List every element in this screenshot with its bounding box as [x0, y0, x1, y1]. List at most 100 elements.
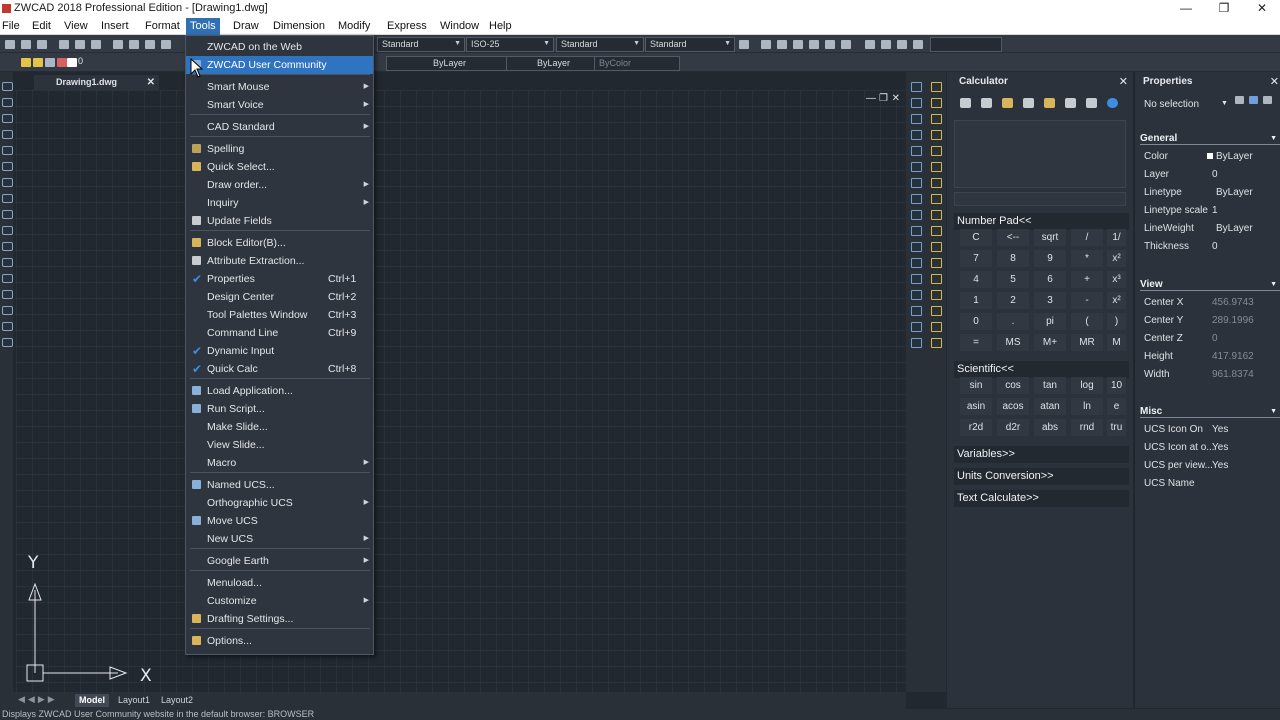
property-row[interactable]: UCS per view... Yes — [1144, 458, 1280, 474]
scientific-key[interactable]: sin — [960, 377, 992, 394]
collapse-icon[interactable]: ▼ — [1270, 135, 1277, 142]
clear-history-icon[interactable] — [981, 98, 992, 108]
numpad-key[interactable]: MR — [1071, 334, 1103, 351]
property-row[interactable]: UCS Icon On Yes — [1144, 422, 1280, 438]
diameter-dim-icon[interactable] — [931, 178, 942, 188]
table-style-select[interactable]: Standard ▼ — [556, 37, 644, 52]
menu-help[interactable]: Help — [485, 18, 516, 35]
layer-plot-icon[interactable] — [57, 58, 67, 67]
table-icon[interactable] — [2, 338, 13, 347]
scientific-header[interactable]: Scientific<< — [954, 361, 1129, 378]
calculator-close-icon[interactable]: ✕ — [1119, 75, 1128, 88]
line-icon[interactable] — [2, 82, 13, 91]
numpad-key[interactable]: 6 — [1034, 271, 1066, 288]
numpad-key[interactable]: 3 — [1034, 292, 1066, 309]
get-coordinates-icon[interactable] — [1023, 98, 1034, 108]
workspace-icon[interactable] — [739, 40, 749, 49]
scale-icon[interactable] — [911, 194, 922, 204]
menu-item-quick-calc[interactable]: ✔ Quick Calc Ctrl+8 — [186, 360, 373, 378]
maximize-button[interactable]: ❐ — [1206, 0, 1242, 18]
group-misc[interactable]: Misc ▼ — [1140, 406, 1280, 418]
distance-icon[interactable] — [1044, 98, 1055, 108]
save-icon[interactable] — [37, 40, 47, 49]
layer-color-icon[interactable] — [67, 58, 77, 67]
join-icon[interactable] — [911, 322, 922, 332]
zoom-previous-icon[interactable] — [793, 40, 803, 49]
menu-item-design-center[interactable]: Design Center Ctrl+2 — [186, 288, 373, 306]
units-header[interactable]: Units Conversion>> — [954, 468, 1129, 485]
scientific-key[interactable]: log — [1071, 377, 1103, 394]
linear-dim-icon[interactable] — [931, 82, 942, 92]
help-icon[interactable] — [1107, 98, 1118, 108]
property-row[interactable]: Color ByLayer — [1144, 149, 1280, 165]
scientific-key[interactable]: acos — [997, 398, 1029, 415]
menu-item-orthographic-ucs[interactable]: Orthographic UCS ▶ — [186, 494, 373, 512]
break-icon[interactable] — [911, 258, 922, 268]
polyline-icon[interactable] — [2, 98, 13, 107]
scientific-key[interactable]: e — [1107, 398, 1126, 415]
jogged-dim-icon[interactable] — [931, 162, 942, 172]
dim-style-select[interactable]: ISO-25 ▼ — [466, 37, 554, 52]
numpad-key[interactable]: ) — [1107, 313, 1126, 330]
angle-icon[interactable] — [1065, 98, 1076, 108]
menu-item-named-ucs[interactable]: Named UCS... — [186, 476, 373, 494]
numpad-header[interactable]: Number Pad<< — [954, 213, 1129, 230]
properties-close-icon[interactable]: ✕ — [1270, 75, 1279, 88]
property-row[interactable]: Layer 0 — [1144, 167, 1280, 183]
ordinate-dim-icon[interactable] — [931, 130, 942, 140]
menu-item-load-application[interactable]: Load Application... — [186, 382, 373, 400]
property-row[interactable]: Center Y 289.1996 — [1144, 313, 1280, 329]
numpad-key[interactable]: M+ — [1034, 334, 1066, 351]
menu-item-attribute-extraction[interactable]: Attribute Extraction... — [186, 252, 373, 270]
radius-dim-icon[interactable] — [931, 146, 942, 156]
extend-icon[interactable] — [911, 242, 922, 252]
lengthen-icon[interactable] — [911, 338, 922, 348]
menu-item-new-ucs[interactable]: New UCS ▶ — [186, 530, 373, 548]
rectangle-icon[interactable] — [2, 146, 13, 155]
numpad-key[interactable]: - — [1071, 292, 1103, 309]
scientific-key[interactable]: 10 — [1107, 377, 1126, 394]
fillet-icon[interactable] — [911, 290, 922, 300]
text-style-select[interactable]: Standard ▼ — [377, 37, 465, 52]
print-icon[interactable] — [59, 40, 69, 49]
menu-draw[interactable]: Draw — [229, 18, 263, 35]
input-box[interactable] — [954, 192, 1126, 206]
menu-item-tool-palettes-window[interactable]: Tool Palettes Window Ctrl+3 — [186, 306, 373, 324]
menu-item-command-line[interactable]: Command Line Ctrl+9 — [186, 324, 373, 342]
paste-to-command-icon[interactable] — [1002, 98, 1013, 108]
menu-item-properties[interactable]: ✔ Properties Ctrl+1 — [186, 270, 373, 288]
numpad-key[interactable]: 7 — [960, 250, 992, 267]
publish-icon[interactable] — [91, 40, 101, 49]
layer-icon[interactable] — [913, 40, 923, 49]
match-properties-icon[interactable] — [161, 40, 171, 49]
layer-freeze-icon[interactable] — [33, 58, 43, 67]
scientific-key[interactable]: tan — [1034, 377, 1066, 394]
dim-edit-icon[interactable] — [931, 290, 942, 300]
selection-select[interactable]: No selection — [1144, 99, 1199, 110]
close-drawing-icon[interactable]: ✕ — [892, 93, 900, 104]
numpad-key[interactable]: 5 — [997, 271, 1029, 288]
menu-item-smart-mouse[interactable]: Smart Mouse ▶ — [186, 78, 373, 96]
multileader-style-select[interactable]: Standard ▼ — [645, 37, 735, 52]
polygon-icon[interactable] — [2, 130, 13, 139]
scientific-key[interactable]: asin — [960, 398, 992, 415]
close-button[interactable]: ✕ — [1244, 0, 1280, 18]
menu-item-smart-voice[interactable]: Smart Voice ▶ — [186, 96, 373, 114]
numpad-key[interactable]: 8 — [997, 250, 1029, 267]
menu-dimension[interactable]: Dimension — [269, 18, 329, 35]
menu-item-options[interactable]: Options... — [186, 632, 373, 650]
scientific-key[interactable]: rnd — [1071, 419, 1103, 436]
tolerance-icon[interactable] — [931, 258, 942, 268]
continue-dim-icon[interactable] — [931, 242, 942, 252]
select-objects-icon[interactable] — [1249, 96, 1258, 104]
arc-icon[interactable] — [2, 114, 13, 123]
angular-dim-icon[interactable] — [931, 194, 942, 204]
menu-item-drafting-settings[interactable]: Drafting Settings... — [186, 610, 373, 628]
array-icon[interactable] — [911, 146, 922, 156]
tab-nav-arrows-icon[interactable]: ◀◀▶▶ — [18, 694, 58, 705]
numpad-key[interactable]: x³ — [1107, 271, 1126, 288]
menu-tools[interactable]: Tools — [186, 18, 220, 35]
minimize-drawing-icon[interactable]: — — [866, 93, 876, 104]
named-views-icon[interactable] — [841, 40, 851, 49]
numpad-key[interactable]: 1 — [960, 292, 992, 309]
